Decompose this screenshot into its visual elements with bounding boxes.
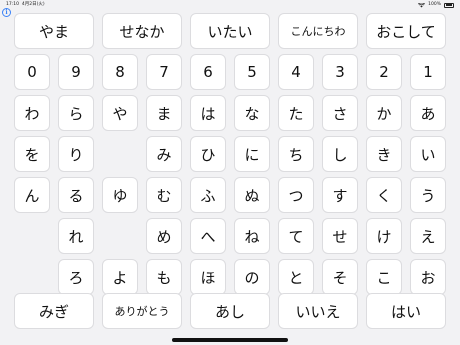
kana-key[interactable]: へ (190, 218, 226, 254)
kana-key[interactable]: ゆ (102, 177, 138, 213)
kana-key[interactable]: を (14, 136, 50, 172)
kana-key[interactable]: え (410, 218, 446, 254)
kana-key[interactable]: は (190, 95, 226, 131)
status-right: 100% (418, 0, 454, 10)
kana-key[interactable]: さ (322, 95, 358, 131)
kana-key[interactable]: ち (278, 136, 314, 172)
kana-key[interactable]: に (234, 136, 270, 172)
empty-slot (102, 136, 138, 172)
kana-grid: 0987654321 わらやまはなたさかあをり みひにちしきいんるゆむふぬつすくうれ… (14, 54, 446, 295)
empty-slot (102, 218, 138, 254)
kana-key[interactable]: ろ (58, 259, 94, 295)
phrase-row-top: やま せなか いたい こんにちわ おこして (14, 13, 446, 49)
kana-key[interactable]: 1 (410, 54, 446, 90)
kana-key[interactable]: ひ (190, 136, 226, 172)
kana-key[interactable]: ふ (190, 177, 226, 213)
phrase-row-bottom: みぎ ありがとう あし いいえ はい (14, 293, 446, 329)
empty-slot (14, 218, 50, 254)
kana-key[interactable]: て (278, 218, 314, 254)
kana-key[interactable]: 4 (278, 54, 314, 90)
kana-key[interactable]: 3 (322, 54, 358, 90)
phrase-bottom-button-3[interactable]: いいえ (278, 293, 358, 329)
kana-key[interactable]: よ (102, 259, 138, 295)
kana-key[interactable]: か (366, 95, 402, 131)
kana-key[interactable]: そ (322, 259, 358, 295)
battery-icon (444, 2, 454, 8)
kana-key[interactable]: き (366, 136, 402, 172)
kana-key[interactable]: し (322, 136, 358, 172)
kana-key[interactable]: れ (58, 218, 94, 254)
phrase-bottom-button-2[interactable]: あし (190, 293, 270, 329)
kana-key[interactable]: な (234, 95, 270, 131)
kana-key[interactable]: 6 (190, 54, 226, 90)
kana-key[interactable]: 2 (366, 54, 402, 90)
kana-key[interactable]: 7 (146, 54, 182, 90)
phrase-bottom-button-4[interactable]: はい (366, 293, 446, 329)
kana-key[interactable]: む (146, 177, 182, 213)
kana-key[interactable]: ぬ (234, 177, 270, 213)
kana-key[interactable]: や (102, 95, 138, 131)
kana-key[interactable]: わ (14, 95, 50, 131)
kana-key[interactable]: も (146, 259, 182, 295)
kana-key[interactable]: お (410, 259, 446, 295)
battery-percent: 100% (428, 2, 441, 7)
kana-key[interactable]: す (322, 177, 358, 213)
kana-key[interactable]: と (278, 259, 314, 295)
kana-key[interactable]: い (410, 136, 446, 172)
kana-key[interactable]: け (366, 218, 402, 254)
kana-key[interactable]: た (278, 95, 314, 131)
kana-key[interactable]: 5 (234, 54, 270, 90)
info-icon[interactable]: i (2, 8, 11, 17)
phrase-top-button-3[interactable]: こんにちわ (278, 13, 358, 49)
phrase-top-button-0[interactable]: やま (14, 13, 94, 49)
phrase-top-button-4[interactable]: おこして (366, 13, 446, 49)
phrase-top-button-2[interactable]: いたい (190, 13, 270, 49)
kana-key[interactable]: ね (234, 218, 270, 254)
kana-key[interactable]: つ (278, 177, 314, 213)
kana-key[interactable]: 0 (14, 54, 50, 90)
kana-key[interactable]: こ (366, 259, 402, 295)
empty-slot (14, 259, 50, 295)
phrase-bottom-button-0[interactable]: みぎ (14, 293, 94, 329)
kana-key[interactable]: う (410, 177, 446, 213)
kana-key[interactable]: ん (14, 177, 50, 213)
phrase-top-button-1[interactable]: せなか (102, 13, 182, 49)
home-indicator (172, 338, 288, 342)
kana-key[interactable]: ま (146, 95, 182, 131)
status-time: 17:10 4月2日(火) (6, 2, 45, 7)
status-bar: 17:10 4月2日(火) 100% (0, 0, 460, 10)
kana-key[interactable]: 9 (58, 54, 94, 90)
kana-key[interactable]: り (58, 136, 94, 172)
kana-key[interactable]: あ (410, 95, 446, 131)
kana-key[interactable]: め (146, 218, 182, 254)
kana-key[interactable]: ほ (190, 259, 226, 295)
kana-key[interactable]: み (146, 136, 182, 172)
kana-key[interactable]: 8 (102, 54, 138, 90)
kana-key[interactable]: る (58, 177, 94, 213)
phrase-bottom-button-1[interactable]: ありがとう (102, 293, 182, 329)
kana-key[interactable]: ら (58, 95, 94, 131)
kana-key[interactable]: く (366, 177, 402, 213)
kana-key[interactable]: の (234, 259, 270, 295)
kana-key[interactable]: せ (322, 218, 358, 254)
wifi-icon (418, 2, 426, 7)
